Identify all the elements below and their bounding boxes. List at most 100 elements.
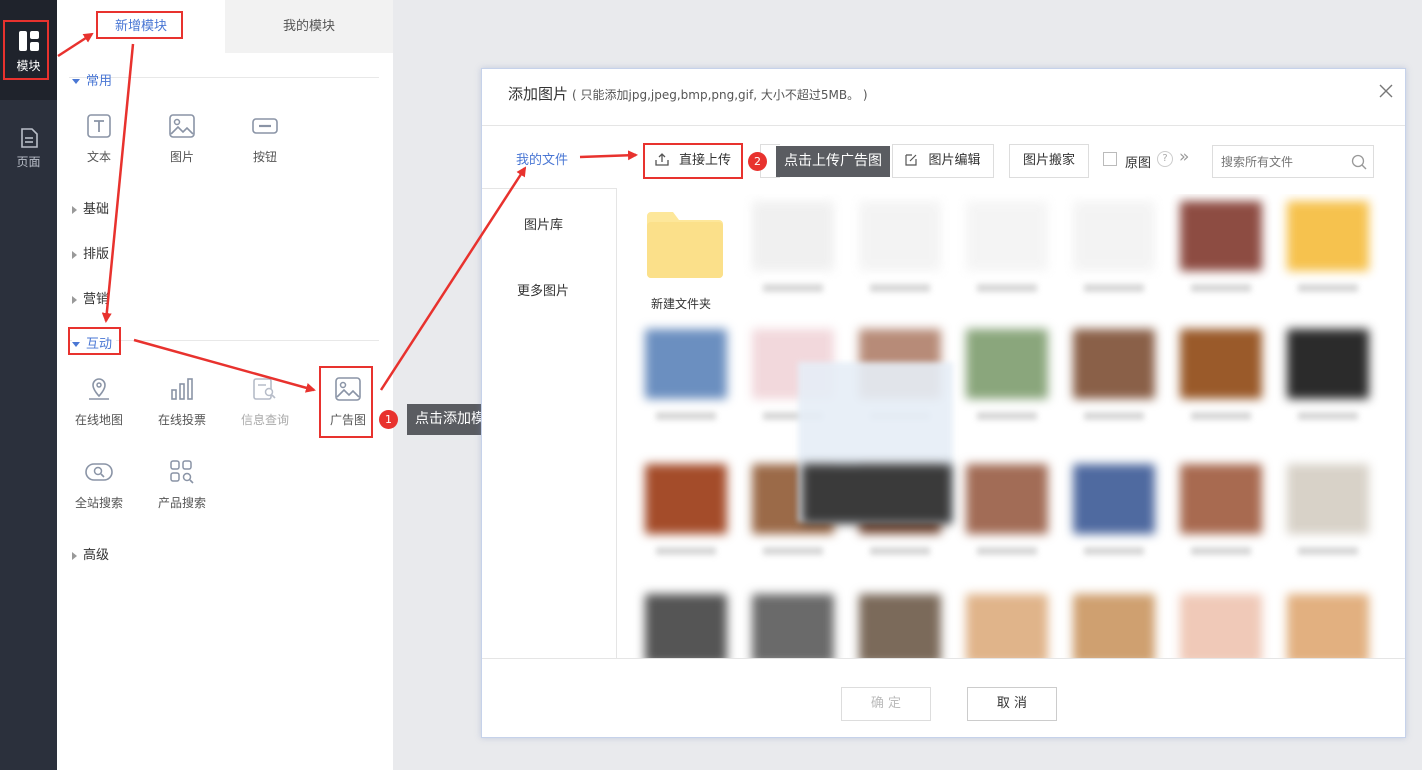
- original-checkbox[interactable]: [1103, 152, 1117, 166]
- image-thumbnail[interactable]: [1180, 464, 1262, 534]
- search-icon[interactable]: [1351, 154, 1367, 170]
- image-thumbnail[interactable]: [1180, 594, 1262, 659]
- module-info-query[interactable]: 信息查询: [235, 377, 295, 428]
- step-tooltip-2: 点击上传广告图: [776, 146, 890, 177]
- image-caption-placeholder: [1191, 547, 1251, 555]
- module-product-search[interactable]: 产品搜索: [152, 460, 212, 511]
- section-basic[interactable]: 基础: [72, 198, 109, 217]
- image-thumbnail[interactable]: [645, 464, 727, 534]
- divider: [69, 77, 379, 78]
- image-thumbnail[interactable]: [1073, 329, 1155, 399]
- image-thumbnail[interactable]: [966, 329, 1048, 399]
- highlight-box-add-module: [96, 11, 183, 39]
- dialog-title-text: 添加图片: [508, 85, 569, 103]
- image-caption-placeholder: [977, 547, 1037, 555]
- module-label: 信息查询: [240, 413, 289, 427]
- folder-icon: [647, 212, 723, 278]
- image-caption-placeholder: [870, 547, 930, 555]
- image-caption-placeholder: [1298, 547, 1358, 555]
- highlight-box-upload: [643, 143, 743, 179]
- image-caption-placeholder: [1191, 284, 1251, 292]
- section-marketing[interactable]: 营销: [72, 288, 109, 307]
- section-advanced-title: 高级: [83, 548, 110, 563]
- image-thumbnail[interactable]: [1287, 594, 1369, 659]
- image-thumbnail[interactable]: [752, 201, 834, 271]
- nav-item-image-library[interactable]: 图片库: [482, 206, 617, 236]
- caret-right-icon: [72, 250, 77, 259]
- confirm-label: 确 定: [870, 696, 902, 711]
- dialog-title: 添加图片( 只能添加jpg,jpeg,bmp,png,gif, 大小不超过5MB…: [508, 83, 868, 104]
- module-text[interactable]: 文本: [69, 114, 129, 165]
- module-online-vote[interactable]: 在线投票: [152, 377, 212, 428]
- tab-my-modules[interactable]: 我的模块: [225, 0, 393, 53]
- module-label: 在线投票: [157, 413, 206, 427]
- image-thumbnail[interactable]: [1073, 464, 1155, 534]
- image-thumbnail[interactable]: [1073, 594, 1155, 659]
- rail-item-pages[interactable]: 页面: [0, 128, 57, 170]
- original-label: 原图: [1125, 156, 1152, 171]
- grid-search-icon: [170, 460, 194, 484]
- caret-right-icon: [72, 551, 77, 560]
- image-thumbnail[interactable]: [859, 594, 941, 659]
- image-edit-button[interactable]: 图片编辑: [892, 144, 994, 178]
- image-caption-placeholder: [1298, 412, 1358, 420]
- section-layout[interactable]: 排版: [72, 243, 109, 262]
- drag-preview-overlay-dark: [802, 464, 952, 524]
- section-basic-title: 基础: [83, 202, 110, 217]
- map-pin-icon: [89, 378, 109, 400]
- confirm-button[interactable]: 确 定: [841, 687, 931, 721]
- rail-label-pages: 页面: [16, 155, 41, 169]
- image-thumbnail[interactable]: [1073, 201, 1155, 271]
- image-thumbnail[interactable]: [645, 329, 727, 399]
- image-move-label: 图片搬家: [1022, 153, 1075, 168]
- module-panel: 新增模块 我的模块 常用 文本 图片 按钮 基础 排版 营销 互动 在线地图 在…: [57, 0, 393, 770]
- image-thumbnail[interactable]: [752, 594, 834, 659]
- image-move-button[interactable]: 图片搬家: [1009, 144, 1089, 178]
- help-icon[interactable]: ?: [1157, 151, 1173, 167]
- image-thumbnail[interactable]: [1287, 201, 1369, 271]
- search-input[interactable]: [1221, 152, 1346, 172]
- image-edit-label: 图片编辑: [928, 153, 981, 168]
- cancel-label: 取 消: [996, 696, 1028, 711]
- nav-item-more-images[interactable]: 更多图片: [482, 272, 617, 302]
- double-chevron-right-icon[interactable]: »: [1179, 147, 1189, 167]
- module-label: 文本: [86, 150, 111, 164]
- image-icon: [169, 114, 195, 138]
- dialog-nav: 我的文件 图片库 更多图片: [482, 126, 617, 659]
- image-thumbnail[interactable]: [1287, 464, 1369, 534]
- module-button[interactable]: 按钮: [235, 114, 295, 165]
- image-caption-placeholder: [1191, 412, 1251, 420]
- caret-right-icon: [72, 295, 77, 304]
- divider: [482, 125, 1405, 126]
- close-icon[interactable]: [1379, 84, 1393, 98]
- module-image[interactable]: 图片: [152, 114, 212, 165]
- caret-down-icon: [72, 79, 80, 84]
- module-label: 按钮: [252, 150, 277, 164]
- image-caption-placeholder: [656, 547, 716, 555]
- section-common[interactable]: 常用: [72, 70, 112, 89]
- page-icon: [20, 128, 38, 148]
- cancel-button[interactable]: 取 消: [967, 687, 1057, 721]
- bar-chart-icon: [171, 378, 193, 400]
- image-thumbnail[interactable]: [859, 201, 941, 271]
- section-advanced[interactable]: 高级: [72, 544, 109, 563]
- image-caption-placeholder: [763, 547, 823, 555]
- image-thumbnail[interactable]: [1180, 329, 1262, 399]
- image-caption-placeholder: [1084, 284, 1144, 292]
- image-thumbnail[interactable]: [1180, 201, 1262, 271]
- button-icon: [252, 118, 278, 134]
- section-layout-title: 排版: [83, 247, 110, 262]
- left-rail: 模块 页面: [0, 0, 57, 770]
- highlight-box-modules: [3, 20, 49, 80]
- image-thumbnail[interactable]: [966, 594, 1048, 659]
- image-caption-placeholder: [763, 284, 823, 292]
- image-caption-placeholder: [1084, 412, 1144, 420]
- module-site-search[interactable]: 全站搜索: [69, 460, 129, 511]
- image-thumbnail[interactable]: [966, 201, 1048, 271]
- folder-item[interactable]: 新建文件夹: [645, 208, 725, 320]
- module-online-map[interactable]: 在线地图: [69, 377, 129, 428]
- nav-item-my-files[interactable]: 我的文件: [482, 126, 617, 188]
- image-thumbnail[interactable]: [645, 594, 727, 659]
- image-thumbnail[interactable]: [1287, 329, 1369, 399]
- image-thumbnail[interactable]: [966, 464, 1048, 534]
